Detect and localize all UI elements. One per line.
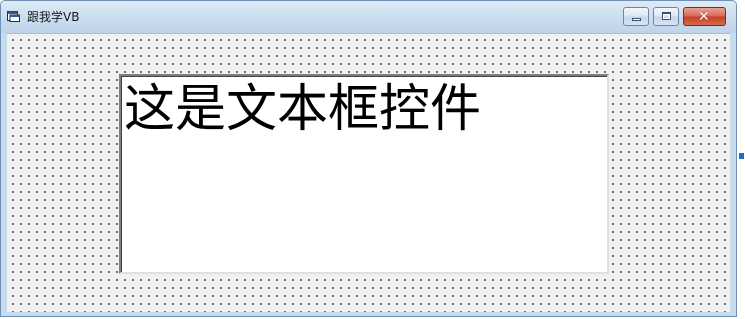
maximize-icon <box>662 12 671 20</box>
minimize-icon <box>632 18 641 21</box>
maximize-button[interactable] <box>653 7 679 26</box>
form-window-icon <box>7 11 20 22</box>
title-bar[interactable]: 跟我学VB ✕ <box>1 1 736 33</box>
text-box-content: 这是文本框控件 <box>124 80 482 139</box>
close-icon: ✕ <box>698 9 710 25</box>
minimize-button[interactable] <box>623 7 649 26</box>
window-title: 跟我学VB <box>27 10 80 24</box>
close-button[interactable]: ✕ <box>683 7 726 26</box>
form-design-surface[interactable]: 这是文本框控件 <box>7 33 730 312</box>
form-window[interactable]: 跟我学VB ✕ 这是文本框控件 <box>0 0 737 317</box>
text-box-control[interactable]: 这是文本框控件 <box>119 74 609 274</box>
form-resize-handle[interactable] <box>739 153 744 159</box>
